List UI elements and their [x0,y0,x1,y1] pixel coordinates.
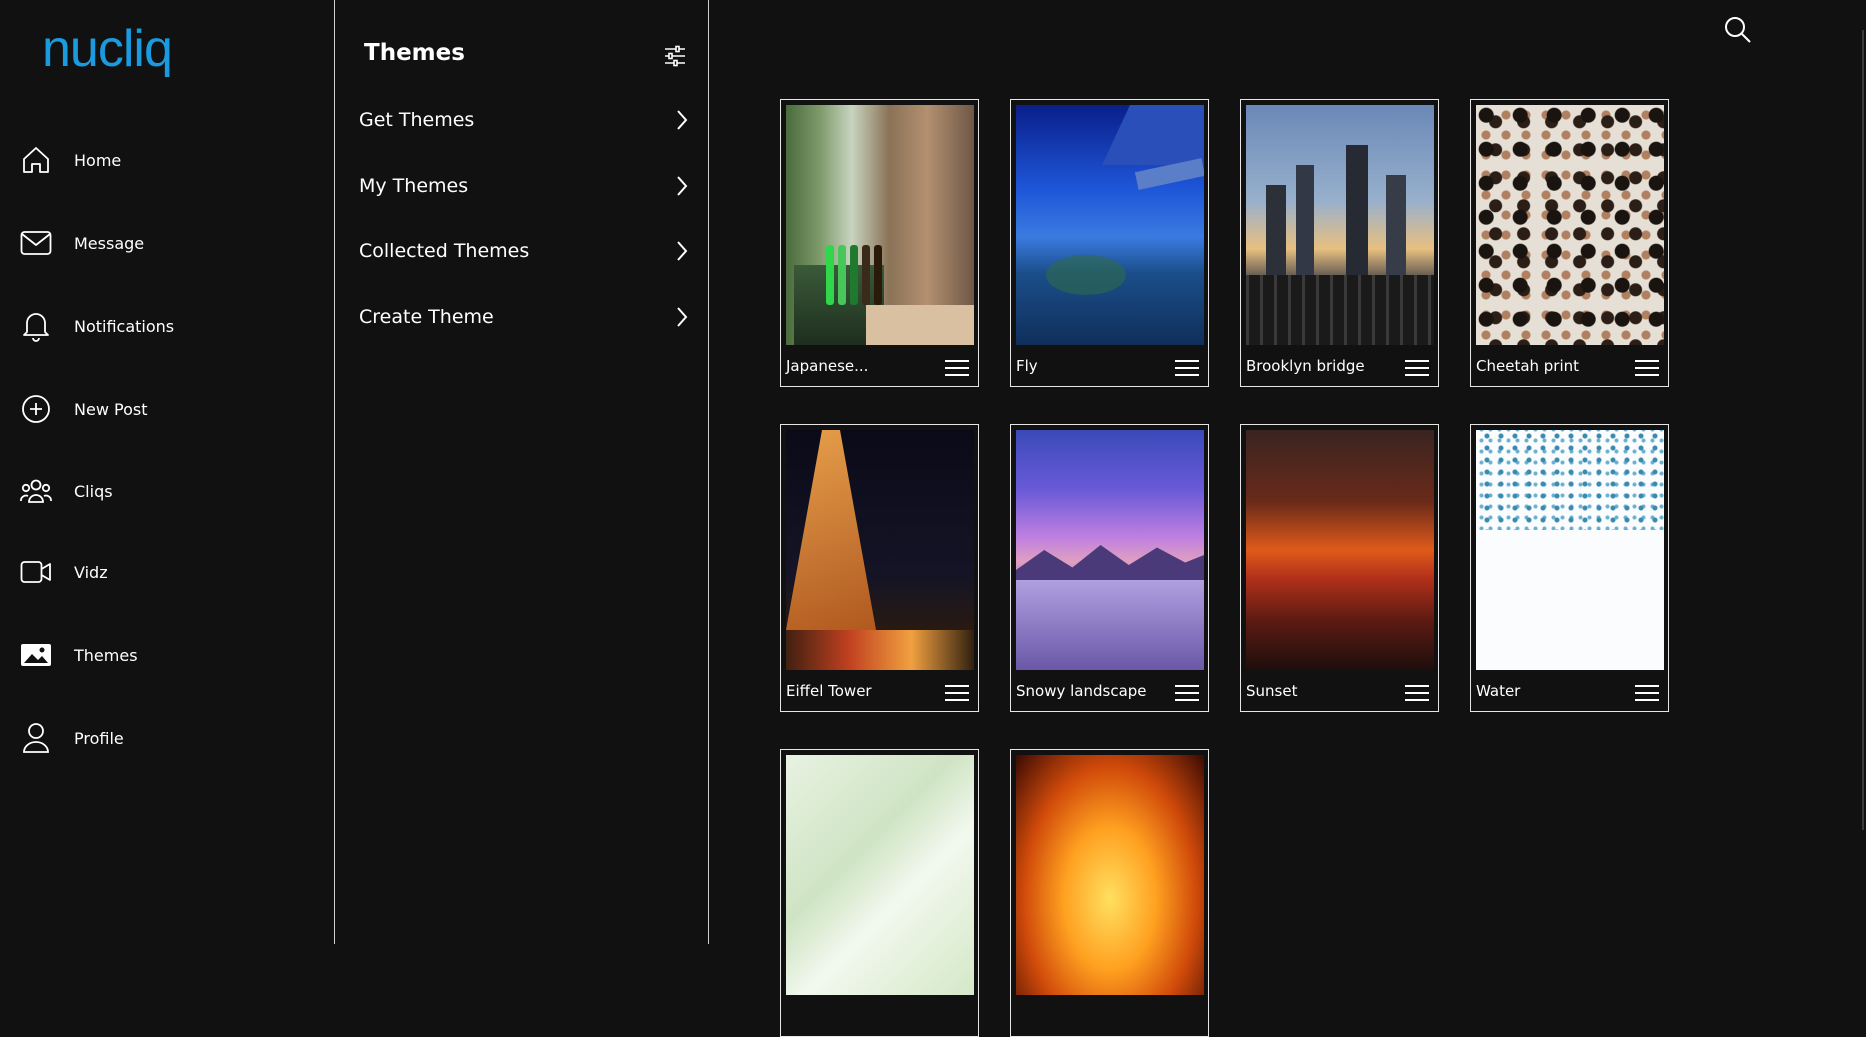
image-icon [20,639,52,671]
theme-image [1246,105,1434,345]
theme-image [786,430,974,670]
chevron-right-icon [677,307,688,327]
theme-card[interactable]: Sunset [1240,424,1439,712]
filter-sliders-icon[interactable] [663,44,687,68]
theme-name: Cheetah print [1476,357,1580,375]
scrollbar[interactable] [1862,30,1864,830]
theme-name: Brooklyn bridge [1246,357,1365,375]
theme-name: Snowy landscape [1016,682,1147,700]
hamburger-menu-icon[interactable] [945,684,969,702]
user-icon [20,722,52,754]
sidebar-item-label: Notifications [74,316,175,336]
chevron-right-icon [677,241,688,261]
theme-name: Japanese... [786,357,869,375]
chevron-right-icon [677,176,688,196]
group-icon [20,475,52,507]
menu-label: My Themes [359,175,469,197]
theme-card[interactable]: Fly [1010,99,1209,387]
theme-image [1246,430,1434,670]
theme-card[interactable]: Japanese... [780,99,979,387]
hamburger-menu-icon[interactable] [1405,359,1429,377]
nucliq-logo[interactable]: nucliq [42,18,202,88]
theme-image [786,755,974,995]
themes-panel: Themes Get Themes My Themes Collected Th… [335,0,708,944]
theme-card[interactable]: Snowy landscape [1010,424,1209,712]
menu-label: Create Theme [359,306,494,328]
theme-image [1016,755,1204,995]
menu-label: Collected Themes [359,240,530,262]
sidebar-item-label: Cliqs [74,481,113,501]
panel-divider [708,0,709,944]
hamburger-menu-icon[interactable] [1635,359,1659,377]
theme-name: Sunset [1246,682,1298,700]
menu-create-theme[interactable]: Create Theme [359,297,689,337]
theme-name: Fly [1016,357,1038,375]
theme-image [786,105,974,345]
sidebar-item-label: Themes [74,645,138,665]
sidebar-item-cliqs[interactable]: Cliqs [20,471,320,511]
menu-label: Get Themes [359,109,475,131]
menu-my-themes[interactable]: My Themes [359,166,689,206]
sidebar-item-home[interactable]: Home [20,140,320,180]
menu-collected-themes[interactable]: Collected Themes [359,231,689,271]
chevron-right-icon [677,110,688,130]
theme-card[interactable]: Brooklyn bridge [1240,99,1439,387]
hamburger-menu-icon[interactable] [1175,359,1199,377]
bell-icon [20,310,52,342]
page-title: Themes [364,40,465,66]
sidebar-item-label: New Post [74,399,148,419]
theme-image [1016,105,1204,345]
menu-get-themes[interactable]: Get Themes [359,100,689,140]
svg-text:nucliq: nucliq [42,20,172,78]
theme-name: Eiffel Tower [786,682,872,700]
sidebar-item-profile[interactable]: Profile [20,718,320,758]
sidebar-item-notifications[interactable]: Notifications [20,306,320,346]
plus-circle-icon [20,393,52,425]
theme-card[interactable] [780,749,979,1037]
theme-image [1476,105,1664,345]
theme-card[interactable] [1010,749,1209,1037]
hamburger-menu-icon[interactable] [1175,684,1199,702]
home-icon [20,144,52,176]
sidebar-item-new-post[interactable]: New Post [20,389,320,429]
sidebar-item-label: Home [74,150,122,170]
theme-image [1016,430,1204,670]
sidebar-item-themes[interactable]: Themes [20,635,320,675]
sidebar-item-label: Profile [74,728,124,748]
mail-icon [20,227,52,259]
theme-image [1476,430,1664,670]
theme-card[interactable]: Eiffel Tower [780,424,979,712]
theme-card[interactable]: Water [1470,424,1669,712]
sidebar-item-label: Message [74,233,145,253]
sidebar-item-label: Vidz [74,562,108,582]
video-icon [20,556,52,588]
sidebar-item-message[interactable]: Message [20,223,320,263]
hamburger-menu-icon[interactable] [1635,684,1659,702]
theme-name: Water [1476,682,1521,700]
hamburger-menu-icon[interactable] [945,359,969,377]
sidebar-item-vidz[interactable]: Vidz [20,552,320,592]
hamburger-menu-icon[interactable] [1405,684,1429,702]
theme-card[interactable]: Cheetah print [1470,99,1669,387]
search-icon[interactable] [1724,16,1752,44]
sidebar: nucliq Home Message Notifications New Po… [0,0,334,944]
